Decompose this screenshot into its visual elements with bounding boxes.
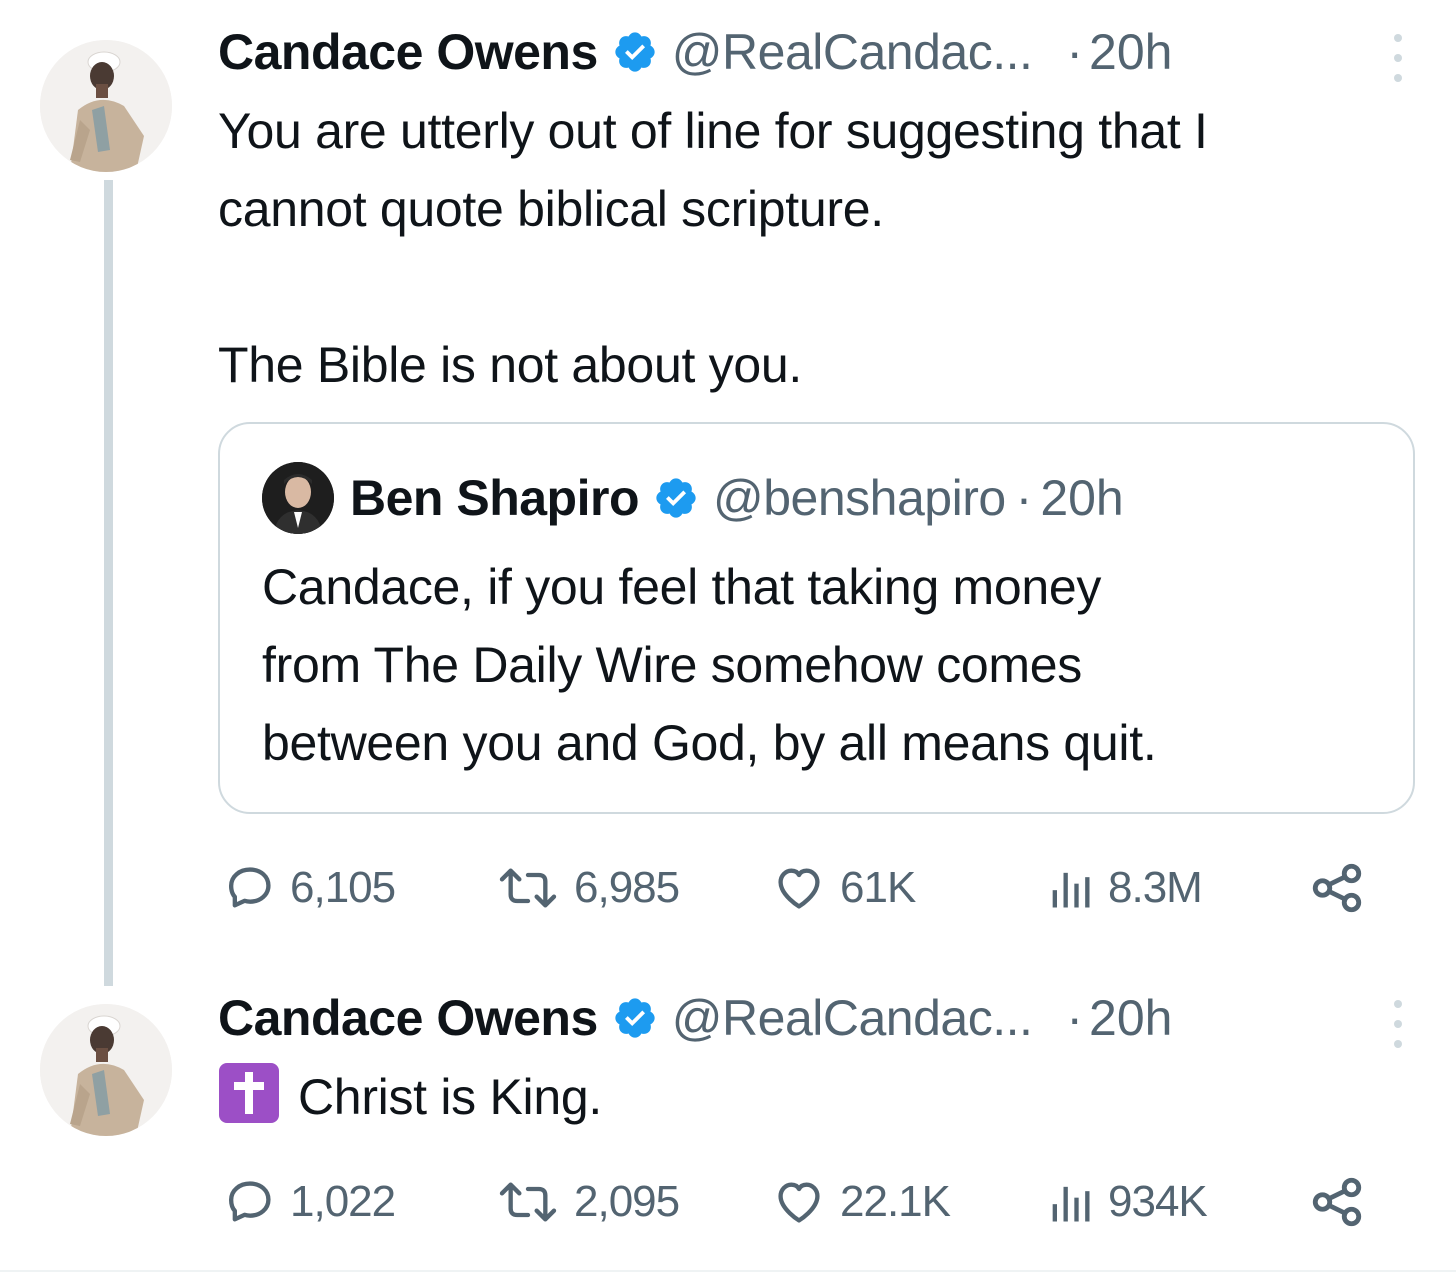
quoted-tweet-text: Candace, if you feel that taking money f… — [262, 548, 1382, 782]
separator: · — [1066, 24, 1084, 80]
repost-count: 6,985 — [574, 863, 680, 912]
views-icon — [1052, 1186, 1090, 1222]
reply-count: 1,022 — [290, 1177, 396, 1226]
author-name[interactable]: Candace Owens — [218, 23, 598, 81]
like-count: 22.1K — [840, 1177, 951, 1226]
reply-icon — [228, 867, 271, 908]
reply-icon — [228, 1181, 271, 1222]
tweet-text-line: Christ is King. — [298, 1069, 602, 1125]
avatar-image — [40, 1004, 172, 1136]
quoted-text-line: Candace, if you feel that taking money — [262, 559, 1102, 615]
author-handle[interactable]: @RealCandac... — [672, 23, 1033, 81]
share-icon — [1312, 863, 1362, 913]
repost-button[interactable]: 6,985 — [490, 858, 680, 918]
quoted-tweet[interactable]: Ben Shapiro @benshapiro · 20h Candace, i… — [218, 422, 1415, 814]
repost-icon — [499, 868, 557, 908]
tweet-actions: 6,105 6,985 61K 8.3M — [218, 858, 1398, 918]
like-button[interactable]: 22.1K — [766, 1172, 951, 1232]
tweet-actions: 1,022 2,095 22.1K 934K — [218, 1172, 1398, 1232]
like-button[interactable]: 61K — [766, 858, 916, 918]
thread-connector — [104, 180, 113, 986]
separator: · — [1015, 470, 1033, 526]
share-button[interactable] — [1308, 858, 1374, 918]
timestamp[interactable]: 20h — [1089, 23, 1172, 81]
timestamp[interactable]: 20h — [1089, 989, 1172, 1047]
reply-count: 6,105 — [290, 863, 396, 912]
tweet-text-line: cannot quote biblical scripture. — [218, 181, 884, 237]
views-button[interactable]: 934K — [1040, 1172, 1208, 1232]
quoted-text-line: between you and God, by all means quit. — [262, 715, 1157, 771]
more-icon[interactable] — [1390, 30, 1406, 86]
view-count: 934K — [1108, 1177, 1208, 1226]
author-handle[interactable]: @RealCandac... — [672, 989, 1033, 1047]
verified-badge-icon — [615, 998, 655, 1038]
divider — [0, 1270, 1456, 1272]
heart-icon — [778, 868, 820, 909]
repost-icon — [499, 1182, 557, 1222]
view-count: 8.3M — [1108, 863, 1203, 912]
quoted-author-handle: @benshapiro — [712, 470, 1006, 526]
latin-cross-emoji-icon — [219, 1063, 279, 1123]
tweet-header: Candace Owens @RealCandac... · 20h — [218, 22, 1386, 82]
share-button[interactable] — [1308, 1172, 1374, 1232]
like-count: 61K — [840, 863, 916, 912]
verified-badge-icon — [615, 32, 655, 72]
avatar-image — [40, 40, 172, 172]
avatar[interactable] — [40, 1004, 172, 1136]
reply-button[interactable]: 1,022 — [218, 1172, 396, 1232]
quoted-text-line: from The Daily Wire somehow comes — [262, 637, 1082, 693]
heart-icon — [778, 1182, 820, 1223]
quoted-author-name: Ben Shapiro — [350, 470, 639, 526]
quoted-avatar-image — [262, 462, 334, 534]
avatar[interactable] — [40, 40, 172, 172]
quoted-tweet-header: Ben Shapiro @benshapiro · 20h — [350, 468, 1124, 528]
repost-button[interactable]: 2,095 — [490, 1172, 680, 1232]
tweet-text-line: You are utterly out of line for suggesti… — [218, 103, 1208, 159]
tweet-text: Christ is King. — [218, 1058, 1418, 1136]
separator: · — [1066, 990, 1084, 1046]
tweet-text-line: The Bible is not about you. — [218, 337, 802, 393]
tweet-text: You are utterly out of line for suggesti… — [218, 92, 1418, 404]
reply-button[interactable]: 6,105 — [218, 858, 396, 918]
tweet-text-blank-line — [218, 248, 1418, 326]
repost-count: 2,095 — [574, 1177, 680, 1226]
views-icon — [1052, 872, 1090, 908]
quoted-timestamp: 20h — [1040, 470, 1124, 526]
verified-badge-icon — [656, 478, 696, 518]
author-name[interactable]: Candace Owens — [218, 989, 598, 1047]
more-icon[interactable] — [1390, 996, 1406, 1052]
tweet-header: Candace Owens @RealCandac... · 20h — [218, 988, 1386, 1048]
quoted-avatar — [262, 462, 334, 534]
views-button[interactable]: 8.3M — [1040, 858, 1203, 918]
share-icon — [1312, 1177, 1362, 1227]
